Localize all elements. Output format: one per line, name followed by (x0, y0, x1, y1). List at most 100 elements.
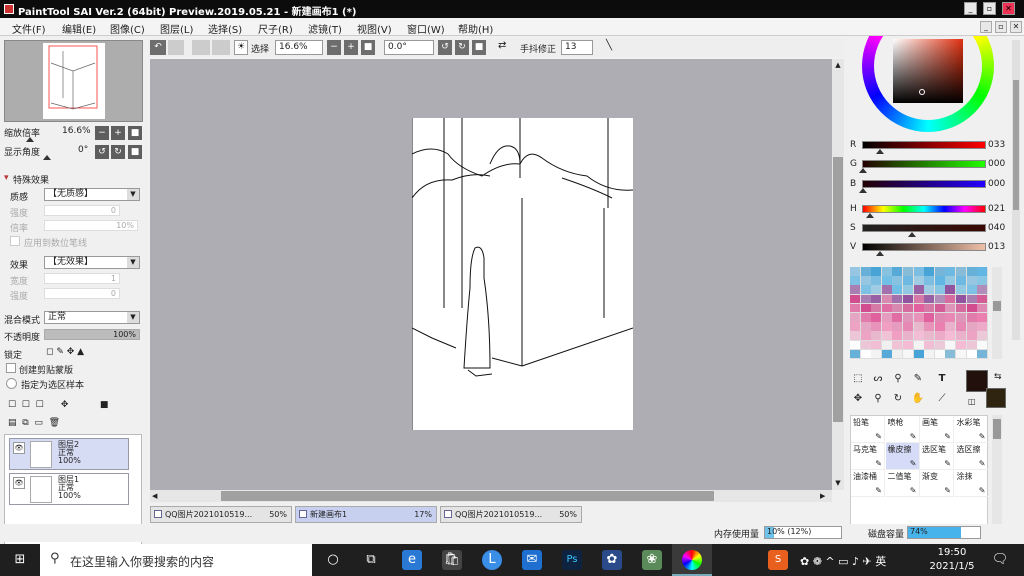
nav-rotate-reset[interactable]: ■ (128, 145, 142, 159)
zoom-out-button[interactable]: − (327, 40, 341, 55)
menu-select[interactable]: 选择(S) (208, 21, 242, 36)
color-swatch[interactable] (924, 313, 935, 322)
menu-ruler[interactable]: 尺子(R) (258, 21, 293, 36)
swatch-scrollbar[interactable] (992, 267, 1002, 359)
eye-icon[interactable]: 👁 (13, 442, 25, 454)
horizontal-scroll-thumb[interactable] (221, 491, 714, 501)
color-swatch[interactable] (966, 276, 977, 285)
color-swatch[interactable] (945, 349, 956, 359)
lock-icons[interactable]: ◻ ✎ ✥ ▲ (46, 347, 84, 357)
effects-collapse-icon[interactable]: ▾ (4, 173, 9, 183)
canvas-page[interactable] (411, 118, 634, 430)
color-swatch[interactable] (924, 267, 935, 276)
color-swatch[interactable] (903, 331, 913, 340)
color-swatch[interactable] (871, 322, 882, 331)
color-swatch[interactable] (934, 313, 945, 322)
color-swatch[interactable] (860, 303, 871, 313)
color-swatch[interactable] (871, 303, 882, 313)
close-button[interactable]: ✕ (1002, 2, 1015, 15)
scroll-right-icon[interactable]: ▶ (820, 490, 830, 502)
color-swatch[interactable] (903, 313, 913, 322)
value-slider[interactable] (862, 243, 986, 251)
color-swatch[interactable] (913, 349, 924, 359)
doc-minimize-button[interactable]: _ (980, 21, 992, 33)
menu-view[interactable]: 视图(V) (357, 21, 392, 36)
brush-tool[interactable]: 选区笔 ✎ (920, 443, 954, 470)
clock-date[interactable]: 2021/1/5 (924, 561, 980, 572)
color-swatch[interactable] (903, 294, 913, 304)
color-swatch[interactable] (956, 340, 966, 350)
color-swatch[interactable] (966, 313, 977, 322)
color-swatch[interactable] (945, 322, 956, 331)
color-swatch[interactable] (881, 276, 892, 285)
color-swatch[interactable] (881, 340, 892, 350)
swatch-palette[interactable] (850, 267, 988, 359)
color-swatch[interactable] (892, 349, 903, 359)
nav-zoom-reset[interactable]: ■ (128, 126, 142, 140)
color-swatch[interactable] (966, 285, 977, 294)
task-view-icon[interactable]: ⧉ (361, 550, 381, 570)
photoshop-icon[interactable]: Ps (562, 550, 582, 570)
color-swatch[interactable] (903, 276, 913, 285)
color-swatch[interactable] (934, 303, 945, 313)
app-l-icon[interactable]: L (482, 550, 502, 570)
color-swatch[interactable] (924, 331, 935, 340)
clock-time[interactable]: 19:50 (932, 547, 972, 558)
sai-taskbar-button[interactable] (672, 544, 712, 576)
color-swatch[interactable] (945, 294, 956, 304)
color-swatch[interactable] (956, 285, 966, 294)
color-swatch[interactable] (860, 349, 871, 359)
color-swatch[interactable] (956, 313, 966, 322)
layer-item[interactable]: 👁 图层2 正常 100% (9, 438, 129, 470)
move-icon[interactable]: ✥ (850, 391, 866, 407)
color-swatch[interactable] (977, 349, 988, 359)
opacity-slider[interactable]: 100% (44, 329, 140, 340)
tab-document-3[interactable]: QQ图片2021010519... 50% (440, 506, 582, 523)
color-swatch[interactable] (913, 322, 924, 331)
minimize-button[interactable]: _ (964, 2, 977, 15)
color-swatch[interactable] (892, 267, 903, 276)
color-swatch[interactable] (934, 322, 945, 331)
color-swatch[interactable] (903, 303, 913, 313)
color-swatch[interactable] (966, 267, 977, 276)
color-swatch[interactable] (860, 285, 871, 294)
color-swatch[interactable] (977, 313, 988, 322)
brush-tool[interactable]: 选区擦 ✎ (954, 443, 989, 470)
color-swatch[interactable] (945, 313, 956, 322)
brush-tool[interactable]: 渐变 ✎ (920, 470, 954, 497)
vertical-scrollbar[interactable]: ▲ ▼ (832, 59, 844, 490)
color-swatch[interactable] (850, 303, 860, 313)
saturation-value-square[interactable] (893, 39, 963, 103)
zoom-select[interactable]: 16.6% (275, 40, 323, 55)
brush-tool[interactable]: 马克笔 ✎ (851, 443, 885, 470)
layer-buttons-row-1[interactable]: ☐ ☐ ☐ ✥ ■ (8, 400, 138, 412)
magic-wand-icon[interactable]: ⚲ (890, 371, 906, 387)
layer-item[interactable]: 👁 图层1 正常 100% (9, 473, 129, 505)
color-swatch[interactable] (871, 313, 882, 322)
vertical-scroll-thumb[interactable] (833, 157, 843, 422)
color-swatch[interactable] (924, 285, 935, 294)
color-swatch[interactable] (871, 294, 882, 304)
blend-mode-select[interactable]: 正常 ▼ (44, 311, 140, 324)
store-icon[interactable]: 🛍 (442, 550, 462, 570)
color-swatch[interactable] (871, 276, 882, 285)
color-swatch[interactable] (945, 285, 956, 294)
color-swatch[interactable] (956, 331, 966, 340)
color-swatch[interactable] (966, 349, 977, 359)
color-swatch[interactable] (860, 331, 871, 340)
color-swatch[interactable] (860, 340, 871, 350)
red-slider[interactable] (862, 141, 986, 149)
color-swatch[interactable] (903, 267, 913, 276)
color-swatch[interactable] (860, 267, 871, 276)
color-swatch[interactable] (881, 331, 892, 340)
color-swatch[interactable] (892, 285, 903, 294)
rect-select-icon[interactable]: ⬚ (850, 371, 866, 387)
color-swatch[interactable] (977, 331, 988, 340)
color-swatch[interactable] (913, 267, 924, 276)
swap-colors-icon[interactable]: ⇆ (994, 372, 1002, 382)
brush-tool[interactable]: 油漆桶 ✎ (851, 470, 885, 497)
brush-tool[interactable]: 水彩笔 ✎ (954, 416, 989, 443)
color-swatch[interactable] (850, 276, 860, 285)
lasso-icon[interactable]: ᔕ (870, 371, 886, 387)
color-swatch[interactable] (966, 331, 977, 340)
